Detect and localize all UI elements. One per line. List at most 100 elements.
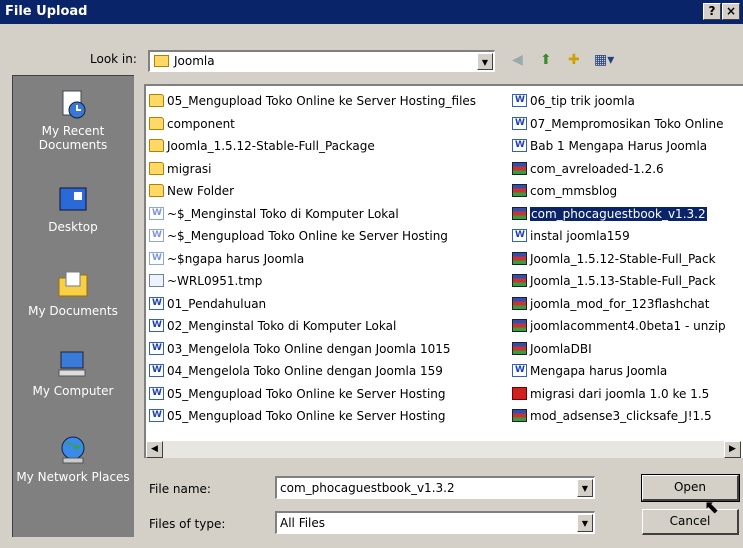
archive-icon: [512, 341, 527, 355]
folder-icon: [149, 94, 164, 107]
place-desktop[interactable]: Desktop: [13, 184, 133, 234]
file-item[interactable]: com_mmsblog: [512, 180, 726, 203]
file-item[interactable]: JoomlaDBI: [512, 338, 726, 361]
file-item[interactable]: 05_Mengupload Toko Online ke Server Host…: [149, 382, 476, 406]
file-item[interactable]: joomlacomment4.0beta1 - unzip: [512, 315, 726, 338]
file-item[interactable]: 05_Mengupload Toko Online ke Server Host…: [149, 404, 476, 428]
archive-icon: [512, 184, 527, 197]
file-name: 07_Mempromosikan Toko Online: [530, 116, 724, 131]
folder-item[interactable]: Joomla_1.5.12-Stable-Full_Package: [149, 135, 476, 158]
place-label: My Computer: [32, 384, 114, 398]
file-item[interactable]: com_phocaguestbook_v1.3.2: [512, 203, 726, 226]
place-my-recent-documents[interactable]: My Recent Documents: [13, 88, 133, 152]
places-bar: My Recent Documents Desktop My Documents…: [12, 75, 134, 537]
look-in-dropdown[interactable]: Joomla ▼: [148, 50, 495, 72]
file-name: 06_tip trik joomla: [530, 94, 635, 108]
folder-item[interactable]: 05_Mengupload Toko Online ke Server Host…: [149, 90, 476, 113]
folder-icon: [149, 184, 164, 197]
word-document-icon: [149, 404, 164, 427]
temp-file-icon: [149, 274, 164, 287]
file-name: 04_Mengelola Toko Online dengan Joomla 1…: [167, 364, 443, 378]
my-documents-icon: [58, 271, 88, 297]
file-item[interactable]: Joomla_1.5.13-Stable-Full_Pack: [512, 270, 726, 293]
file-name: ~$_Menginstal Toko di Komputer Lokal: [167, 206, 399, 221]
file-item[interactable]: 07_Mempromosikan Toko Online: [512, 112, 726, 136]
file-list-column: 06_tip trik joomla 07_Mempromosikan Toko …: [512, 89, 726, 428]
file-item[interactable]: joomla_mod_for_123flashchat: [512, 293, 726, 316]
archive-icon: [512, 296, 527, 310]
archive-icon: [512, 409, 527, 422]
views-menu-icon[interactable]: ▦▾: [594, 51, 614, 69]
file-name-label: File name:: [149, 482, 211, 496]
close-button[interactable]: ×: [722, 3, 740, 20]
up-folder-icon[interactable]: ⬆: [540, 51, 552, 69]
file-list[interactable]: 05_Mengupload Toko Online ke Server Host…: [144, 84, 743, 458]
word-document-icon: [149, 382, 164, 404]
scroll-left-icon[interactable]: ◀: [146, 441, 163, 458]
file-name: Mengapa harus Joomla: [530, 364, 668, 378]
folder-item[interactable]: component: [149, 113, 476, 136]
file-name: instal joomla159: [530, 229, 630, 243]
file-name: joomla_mod_for_123flashchat: [530, 296, 710, 311]
word-document-icon: [149, 247, 164, 269]
horizontal-scrollbar[interactable]: ◀ ▶: [146, 441, 741, 458]
file-item[interactable]: mod_adsense3_clicksafe_J!1.5: [512, 405, 726, 428]
file-name: 05_Mengupload Toko Online ke Server Host…: [167, 386, 446, 401]
file-name: ~$ngapa harus Joomla: [167, 251, 305, 266]
file-item[interactable]: 04_Mengelola Toko Online dengan Joomla 1…: [149, 359, 476, 383]
folder-icon: [149, 161, 164, 175]
place-my-documents[interactable]: My Documents: [13, 268, 133, 318]
recent-documents-icon: [62, 90, 86, 119]
file-name-input[interactable]: com_phocaguestbook_v1.3.2 ▼: [275, 476, 595, 499]
file-item[interactable]: 02_Menginstal Toko di Komputer Lokal: [149, 314, 476, 338]
file-item[interactable]: ~$ngapa harus Joomla: [149, 247, 476, 271]
word-document-icon: [149, 202, 164, 224]
file-item[interactable]: com_avreloaded-1.2.6: [512, 158, 726, 181]
cancel-button[interactable]: Cancel: [642, 509, 739, 535]
file-item[interactable]: 03_Mengelola Toko Online dengan Joomla 1…: [149, 337, 476, 361]
word-document-icon: [149, 359, 164, 382]
word-document-icon: [512, 89, 527, 112]
help-button[interactable]: ?: [703, 3, 721, 20]
place-my-network-places[interactable]: My Network Places: [13, 434, 133, 484]
chevron-down-icon[interactable]: ▼: [477, 53, 493, 70]
file-name: New Folder: [167, 184, 235, 198]
chevron-down-icon[interactable]: ▼: [577, 479, 593, 497]
word-document-icon: [512, 134, 527, 157]
file-name: 01_Pendahuluan: [167, 296, 267, 311]
word-document-icon: [149, 337, 164, 359]
file-item[interactable]: instal joomla159: [512, 224, 726, 248]
file-name: migrasi: [167, 161, 212, 176]
word-document-icon: [149, 224, 164, 247]
back-icon[interactable]: ◀: [512, 51, 523, 69]
word-document-icon: [512, 224, 527, 247]
place-label: My Network Places: [16, 470, 130, 484]
look-in-label: Look in:: [90, 52, 137, 66]
file-name: Joomla_1.5.13-Stable-Full_Pack: [530, 274, 716, 288]
place-label: Desktop: [48, 220, 98, 234]
archive-icon: [512, 319, 527, 332]
file-type-select[interactable]: All Files ▼: [275, 511, 595, 534]
file-item[interactable]: migrasi dari joomla 1.0 ke 1.5: [512, 383, 726, 406]
place-my-computer[interactable]: My Computer: [13, 348, 133, 398]
archive-icon: [512, 161, 527, 175]
file-item[interactable]: 01_Pendahuluan: [149, 292, 476, 316]
folder-item[interactable]: migrasi: [149, 158, 476, 181]
file-name: Bab 1 Mengapa Harus Joomla: [530, 139, 708, 153]
new-folder-icon[interactable]: ✚: [568, 51, 580, 69]
look-in-value: Joomla: [174, 54, 215, 68]
file-item[interactable]: ~WRL0951.tmp: [149, 270, 476, 293]
chevron-down-icon[interactable]: ▼: [577, 514, 593, 532]
open-button[interactable]: Open: [641, 474, 740, 502]
folder-item[interactable]: New Folder: [149, 180, 476, 203]
file-item[interactable]: ~$_Mengupload Toko Online ke Server Host…: [149, 224, 476, 248]
file-item[interactable]: 06_tip trik joomla: [512, 89, 726, 113]
file-item[interactable]: Bab 1 Mengapa Harus Joomla: [512, 134, 726, 158]
file-item[interactable]: Joomla_1.5.12-Stable-Full_Pack: [512, 248, 726, 271]
file-name: com_mmsblog: [530, 184, 618, 198]
file-name: ~$_Mengupload Toko Online ke Server Host…: [167, 229, 448, 243]
pdf-icon: [512, 386, 527, 400]
scroll-right-icon[interactable]: ▶: [724, 441, 741, 458]
file-item[interactable]: Mengapa harus Joomla: [512, 359, 726, 383]
file-item[interactable]: ~$_Menginstal Toko di Komputer Lokal: [149, 202, 476, 226]
